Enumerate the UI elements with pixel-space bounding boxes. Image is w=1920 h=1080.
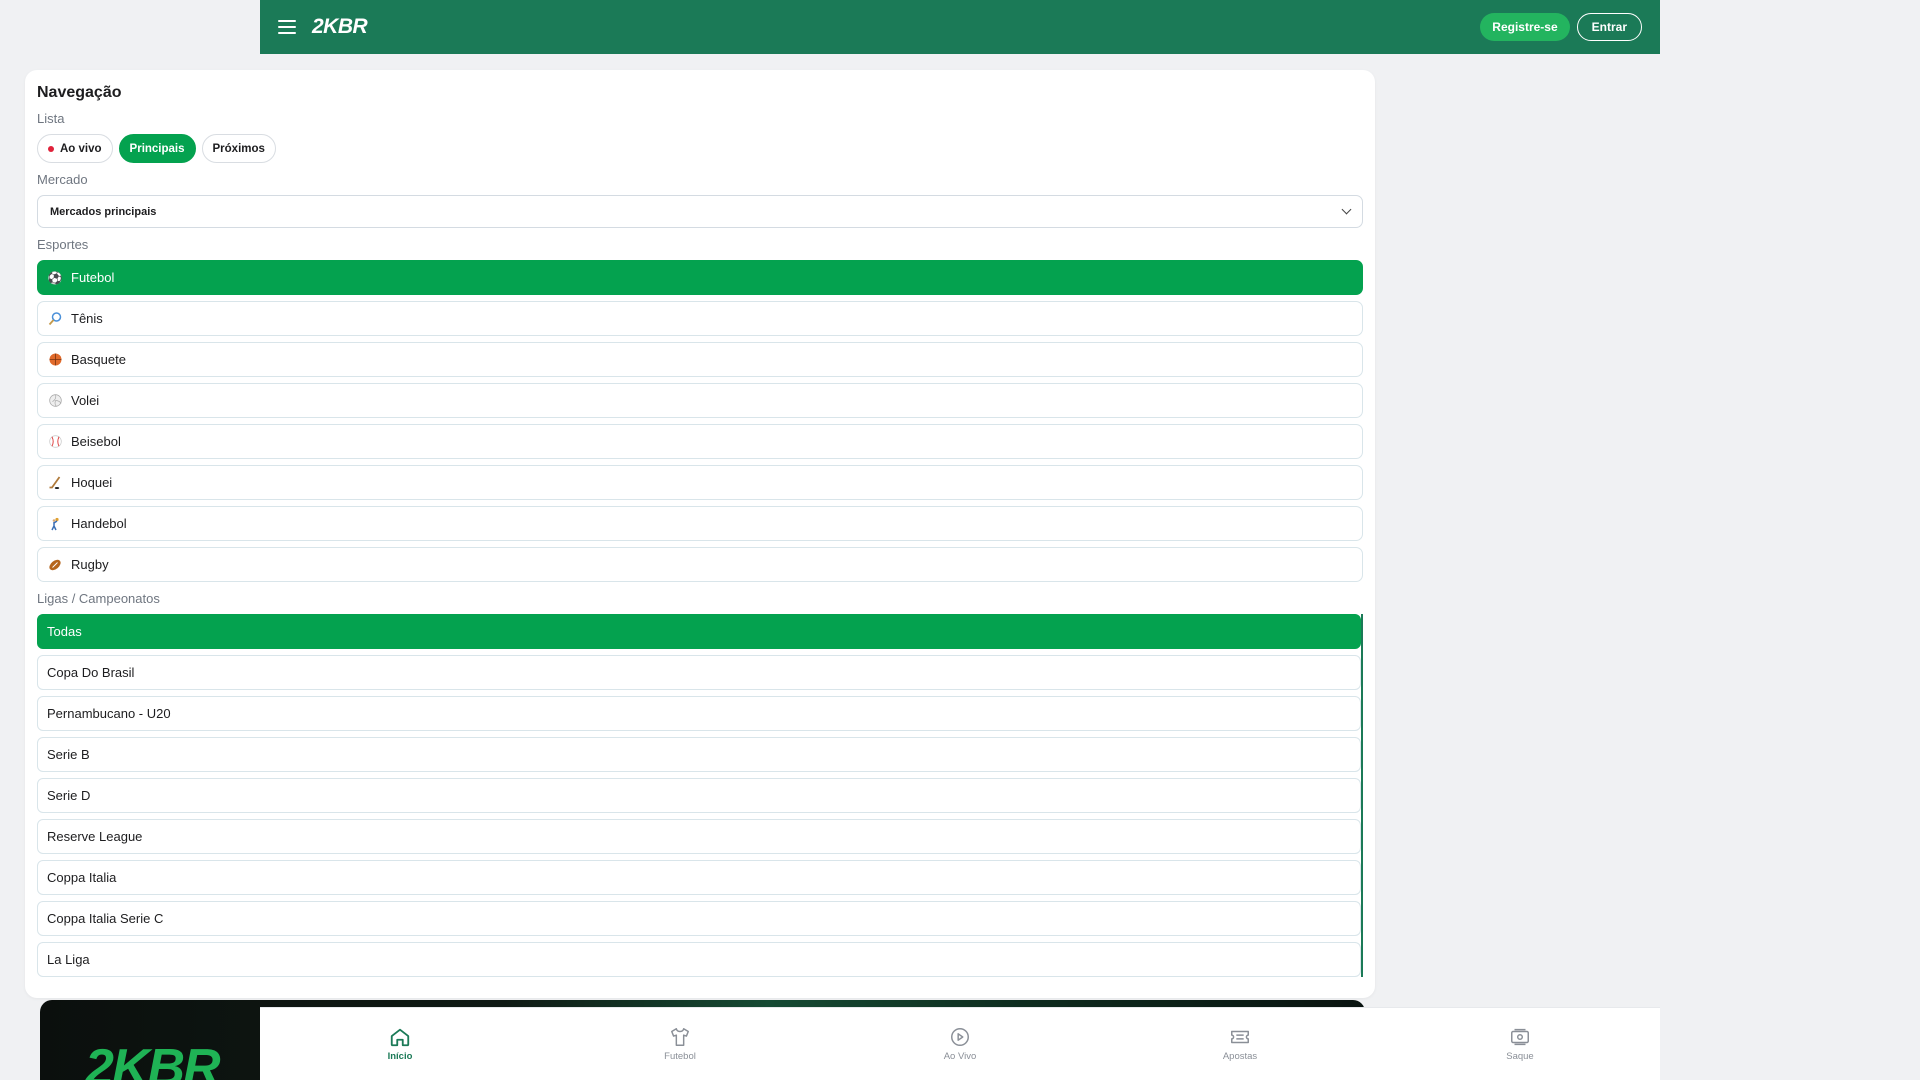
sports-list: ⚽ Futebol Tênis Basquete Volei Beisebol … [37, 260, 1363, 582]
nav-item-futebol[interactable]: Futebol [540, 1008, 820, 1080]
sports-section-label: Esportes [37, 237, 89, 252]
sport-item-rugby[interactable]: Rugby [37, 547, 1363, 582]
sport-label: Futebol [71, 270, 115, 285]
nav-label: Apostas [1222, 1051, 1258, 1062]
league-item-serie-d[interactable]: Serie D [37, 778, 1361, 813]
sport-item-beisebol[interactable]: Beisebol [37, 424, 1363, 459]
league-item-coppa-italia-serie-c[interactable]: Coppa Italia Serie C [37, 901, 1361, 936]
sport-item-handebol[interactable]: Handebol [37, 506, 1363, 541]
league-label: Reserve League [47, 829, 143, 844]
list-section-label: Lista [37, 111, 65, 126]
league-label: Coppa Italia Serie C [47, 911, 164, 926]
nav-label: Ao Vivo [943, 1051, 977, 1062]
basketball-icon [47, 352, 63, 368]
league-item-todas[interactable]: Todas [37, 614, 1361, 649]
nav-item-saque[interactable]: Saque [1380, 1008, 1660, 1080]
home-icon [390, 1028, 410, 1047]
sport-item-volei[interactable]: Volei [37, 383, 1363, 418]
tab-principais[interactable]: Principais [118, 134, 196, 163]
tab-proximos[interactable]: Próximos [201, 134, 276, 163]
league-label: Coppa Italia [47, 870, 117, 885]
tab-ao-vivo[interactable]: Ao vivo [37, 134, 113, 163]
ticket-icon [1231, 1030, 1249, 1044]
menu-icon[interactable] [278, 20, 296, 34]
tennis-racket-icon [47, 311, 63, 327]
shirt-icon [671, 1028, 689, 1046]
play-circle-icon [951, 1028, 969, 1046]
market-select[interactable]: Mercados principais [37, 195, 1363, 228]
nav-item-ao-vivo[interactable]: Ao Vivo [820, 1008, 1100, 1080]
sport-label: Rugby [71, 557, 109, 572]
sport-label: Basquete [71, 352, 126, 367]
panel-title: Navegação [37, 84, 122, 101]
banner-logo: 2KBR [85, 1039, 221, 1080]
league-item-serie-b[interactable]: Serie B [37, 737, 1361, 772]
live-dot-icon [48, 145, 54, 152]
nav-label: Saque [1506, 1051, 1534, 1062]
league-label: Pernambucano - U20 [47, 706, 171, 721]
tab-label: Ao vivo [60, 142, 102, 155]
leagues-section-label: Ligas / Campeonatos [37, 591, 160, 606]
nav-label: Futebol [664, 1051, 696, 1062]
bottom-nav: Início Futebol Ao Vivo Apostas Saque [260, 1007, 1660, 1080]
market-selected-value: Mercados principais [50, 205, 157, 218]
soccer-ball-icon: ⚽ [47, 270, 63, 285]
baseball-icon [47, 434, 63, 450]
header-actions: Registre-se Entrar [1480, 13, 1642, 41]
hockey-stick-icon [47, 475, 63, 491]
tab-label: Principais [129, 142, 185, 155]
sport-label: Tênis [71, 311, 103, 326]
league-label: Serie D [47, 788, 91, 803]
league-item-copa-do-brasil[interactable]: Copa Do Brasil [37, 655, 1361, 690]
league-item-reserve-league[interactable]: Reserve League [37, 819, 1361, 854]
league-label: La Liga [47, 952, 90, 967]
tab-label: Próximos [212, 142, 265, 155]
sport-item-basquete[interactable]: Basquete [37, 342, 1363, 377]
navigation-panel: Navegação Lista Ao vivo Principais Próxi… [25, 70, 1375, 998]
top-header: 2KBR Registre-se Entrar [260, 0, 1660, 54]
league-item-pernambucano-u20[interactable]: Pernambucano - U20 [37, 696, 1361, 731]
market-section-label: Mercado [37, 172, 88, 187]
nav-item-inicio[interactable]: Início [260, 1008, 540, 1080]
chevron-down-icon [1341, 204, 1352, 215]
handball-icon [47, 516, 63, 532]
league-label: Todas [47, 624, 82, 639]
nav-item-apostas[interactable]: Apostas [1100, 1008, 1380, 1080]
cash-withdraw-icon [1511, 1028, 1529, 1046]
league-item-la-liga[interactable]: La Liga [37, 942, 1361, 977]
login-button[interactable]: Entrar [1576, 13, 1642, 41]
league-item-coppa-italia[interactable]: Coppa Italia [37, 860, 1361, 895]
sport-label: Handebol [71, 516, 127, 531]
sport-label: Beisebol [71, 434, 121, 449]
league-label: Copa Do Brasil [47, 665, 135, 680]
logo[interactable]: 2KBR [312, 15, 368, 39]
register-button[interactable]: Registre-se [1480, 13, 1570, 41]
sport-item-hoquei[interactable]: Hoquei [37, 465, 1363, 500]
list-tabs: Ao vivo Principais Próximos [37, 134, 1363, 163]
leagues-list[interactable]: Todas Copa Do Brasil Pernambucano - U20 … [37, 614, 1363, 977]
sport-label: Hoquei [71, 475, 113, 490]
sport-item-futebol[interactable]: ⚽ Futebol [37, 260, 1363, 295]
volleyball-icon [47, 393, 63, 409]
rugby-ball-icon [47, 557, 63, 573]
nav-label: Início [387, 1051, 413, 1062]
sport-label: Volei [71, 393, 100, 408]
sport-item-tenis[interactable]: Tênis [37, 301, 1363, 336]
league-label: Serie B [47, 747, 90, 762]
